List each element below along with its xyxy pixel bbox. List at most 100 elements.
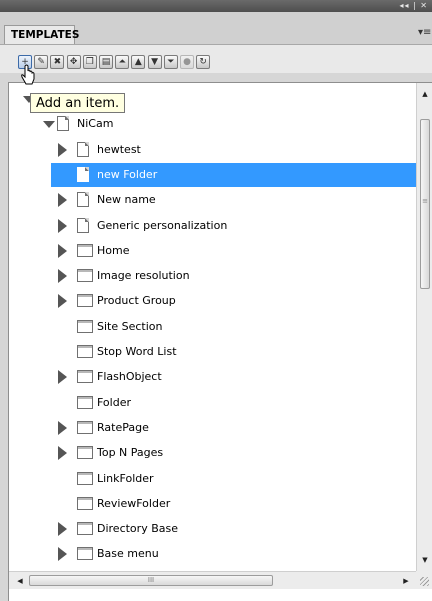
toolbar: + ✎ ✖ ✥ ❐ ▤ ⏶ ▲ ▼ ⏷ ● ↻: [0, 45, 432, 73]
resize-grip-icon[interactable]: [416, 571, 432, 589]
tree-item-label: Image resolution: [97, 269, 190, 283]
tree-item[interactable]: RatePage: [9, 416, 417, 440]
refresh-icon: ↻: [199, 57, 207, 67]
tree-item[interactable]: Base menu: [9, 542, 417, 566]
tree-item[interactable]: Image resolution: [9, 264, 417, 288]
collapse-arrow-icon[interactable]: [43, 121, 55, 129]
panel-tab-bar: TEMPLATES ▾≡: [0, 12, 432, 45]
double-chevron-up-icon: ⏶: [118, 57, 126, 67]
scroll-down-arrow-icon[interactable]: ▼: [419, 553, 431, 567]
copy-icon: ❐: [85, 57, 94, 67]
delete-button[interactable]: ✖: [50, 55, 65, 69]
expand-arrow-icon[interactable]: [58, 294, 67, 309]
move-to-top-button[interactable]: ⏶: [115, 55, 130, 69]
template-icon: [77, 319, 93, 333]
tree-item[interactable]: Directory Base: [9, 517, 417, 541]
tree-item-label: New name: [97, 193, 156, 207]
tree-item[interactable]: Folder: [9, 391, 417, 415]
vertical-thumb-grip: ≡: [422, 197, 428, 205]
expand-arrow-icon[interactable]: [58, 370, 67, 385]
window-controls[interactable]: ◂◂ | ✕: [399, 0, 428, 12]
edit-button[interactable]: ✎: [34, 55, 49, 69]
refresh-button[interactable]: ↻: [196, 55, 211, 69]
hand-cursor-icon: [21, 64, 35, 85]
expand-arrow-icon[interactable]: [58, 142, 67, 157]
template-icon: [77, 269, 93, 283]
delete-icon: ✖: [53, 57, 62, 67]
disabled-action-button: ●: [180, 55, 194, 69]
tree-item[interactable]: ReviewFolder: [9, 492, 417, 516]
tree-item-label: Stop Word List: [97, 345, 177, 358]
expand-arrow-icon[interactable]: [58, 243, 67, 258]
tree-item-label: new Folder: [97, 167, 158, 181]
tree-item[interactable]: Generic personalization: [9, 214, 417, 238]
template-icon: [77, 496, 93, 510]
tab-templates[interactable]: TEMPLATES: [4, 25, 79, 44]
tooltip: Add an item.: [30, 93, 126, 113]
tree-item-label: Directory Base: [97, 522, 178, 536]
tree-item[interactable]: Top N Pages: [9, 441, 417, 465]
tree-item[interactable]: LinkFolder: [9, 467, 417, 491]
document-icon: [77, 217, 89, 233]
panel-title-bar: ◂◂ | ✕: [0, 0, 432, 12]
move-to-bottom-button[interactable]: ⏷: [163, 55, 178, 69]
move-down-button[interactable]: ▼: [147, 55, 162, 69]
template-icon: [77, 243, 93, 257]
tree-item[interactable]: Home: [9, 239, 417, 263]
move-button[interactable]: ✥: [66, 55, 81, 69]
copy-button[interactable]: ❐: [82, 55, 97, 69]
move-up-button[interactable]: ▲: [131, 55, 146, 69]
tree-item[interactable]: NiCam: [9, 112, 417, 136]
tree-item-label: Home: [97, 243, 130, 257]
template-icon: [77, 345, 93, 358]
chevron-up-icon: ▲: [134, 57, 142, 67]
tree-item-label: Folder: [97, 395, 131, 409]
expand-arrow-icon[interactable]: [58, 547, 67, 562]
expand-arrow-icon[interactable]: [58, 193, 67, 208]
template-icon: [77, 446, 93, 460]
template-icon: [77, 395, 93, 409]
tree-item[interactable]: hewtest: [9, 138, 417, 162]
tree-item[interactable]: new Folder: [51, 162, 417, 187]
document-icon: [77, 166, 89, 182]
tree-item-label: Site Section: [97, 319, 163, 333]
vertical-scrollbar[interactable]: ▲ ≡ ▼: [416, 83, 432, 571]
expand-arrow-icon[interactable]: [58, 218, 67, 233]
template-icon: [77, 370, 93, 384]
scroll-right-arrow-icon[interactable]: ▶: [399, 574, 413, 588]
tree-item-label: NiCam: [77, 117, 114, 131]
scroll-up-arrow-icon[interactable]: ▲: [419, 87, 431, 101]
panel-menu-icon[interactable]: ▾≡: [418, 28, 431, 38]
template-icon: [77, 522, 93, 536]
tree-item[interactable]: Stop Word List: [9, 340, 417, 364]
expand-arrow-icon[interactable]: [58, 446, 67, 461]
tree-item-label: ReviewFolder: [97, 496, 171, 510]
template-icon: [77, 471, 93, 485]
template-icon: [77, 420, 93, 434]
tree-item-label: Base menu: [97, 547, 159, 561]
tree-item-label: LinkFolder: [97, 471, 154, 485]
expand-arrow-icon[interactable]: [58, 420, 67, 435]
expand-arrow-icon[interactable]: [58, 269, 67, 284]
horizontal-scrollbar[interactable]: ◀ III ▶: [9, 571, 417, 589]
tree-item[interactable]: FlashObject: [9, 365, 417, 389]
circle-icon: ●: [183, 57, 191, 67]
tree-item[interactable]: Site Section: [9, 315, 417, 339]
move-icon: ✥: [69, 57, 78, 67]
template-icon: [77, 294, 93, 308]
template-tree: NiCam hewtest new Folder New name Generic pe…: [8, 82, 432, 601]
chevron-down-icon: ▼: [151, 57, 159, 67]
paste-button[interactable]: ▤: [99, 55, 113, 69]
tree-item[interactable]: New name: [9, 188, 417, 212]
tree-item-label: Product Group: [97, 294, 176, 308]
tree-item-label: hewtest: [97, 142, 141, 156]
expand-arrow-icon[interactable]: [58, 522, 67, 537]
vertical-scroll-thumb[interactable]: ≡: [420, 119, 430, 289]
tree-item-label: FlashObject: [97, 370, 162, 384]
tree-item[interactable]: Product Group: [9, 289, 417, 313]
scroll-left-arrow-icon[interactable]: ◀: [13, 574, 27, 588]
template-icon: [77, 547, 93, 561]
tree-item-label: Top N Pages: [97, 446, 164, 460]
document-icon: [77, 141, 89, 157]
horizontal-scroll-thumb[interactable]: III: [29, 575, 273, 586]
